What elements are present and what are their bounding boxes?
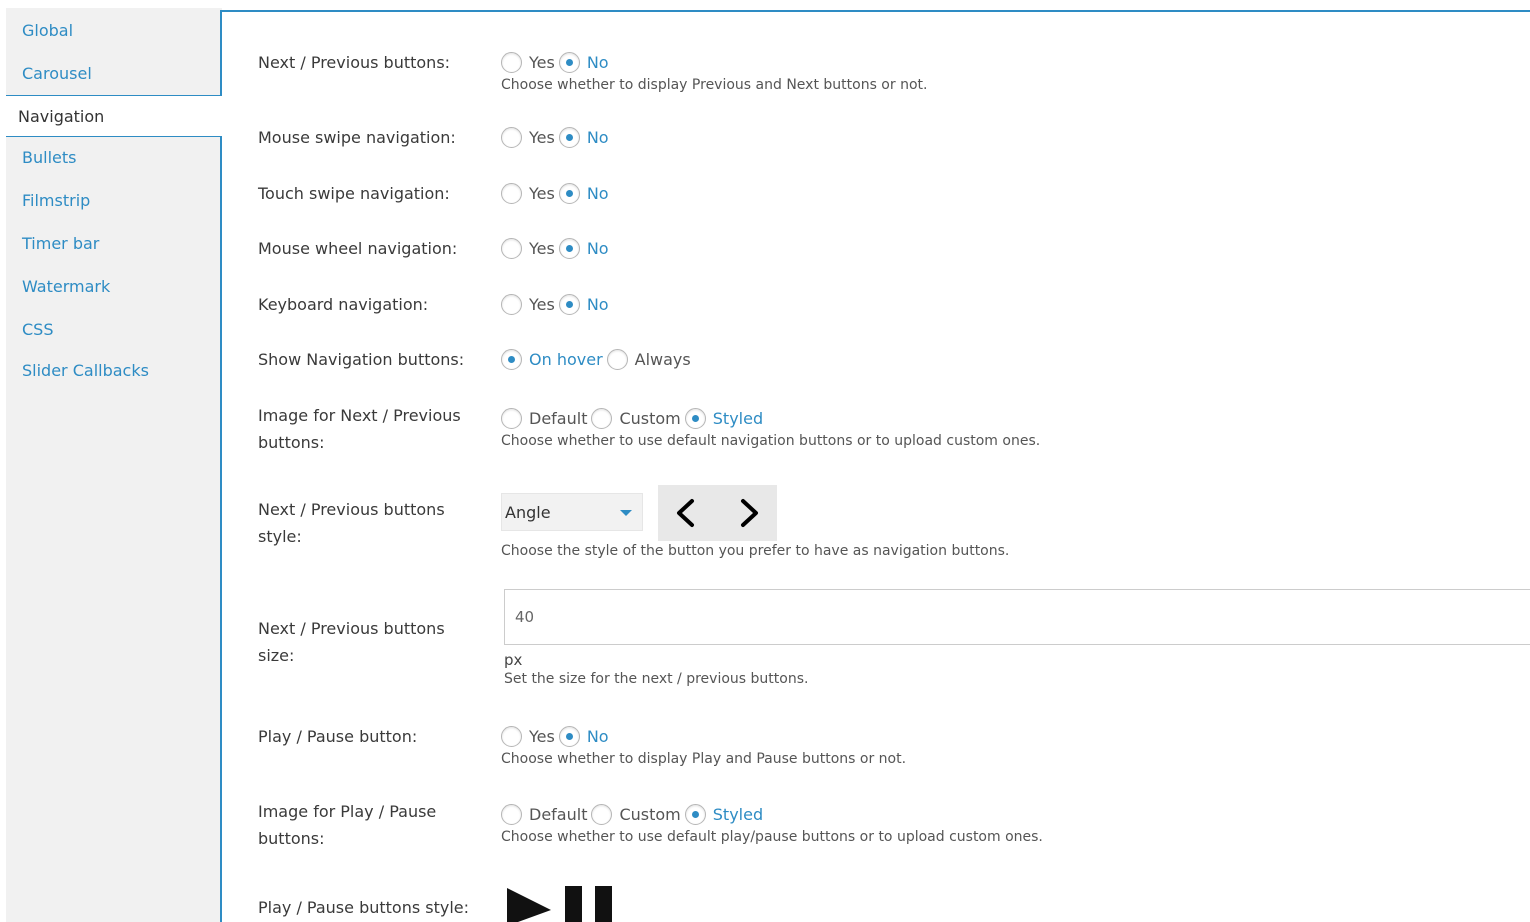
radio-styled[interactable]: Styled — [684, 407, 763, 429]
radio-no[interactable]: No — [558, 725, 609, 747]
radio-circle[interactable] — [606, 348, 628, 370]
sidebar-item-css[interactable]: CSS — [6, 309, 220, 351]
sidebar-item-global[interactable]: Global — [6, 10, 220, 52]
settings-sidebar: Global Carousel Navigation Bullets Films… — [6, 8, 222, 922]
radio-group: Yes No — [501, 49, 927, 75]
nav-style-preview — [658, 485, 777, 541]
radio-group: Yes No — [501, 291, 613, 317]
radio-circle-checked[interactable] — [558, 237, 580, 259]
radio-group: Default Custom Styled — [501, 405, 1040, 431]
radio-circle[interactable] — [501, 803, 522, 825]
radio-styled[interactable]: Styled — [684, 803, 763, 825]
pause-icon — [595, 886, 612, 922]
radio-group: Yes No — [501, 235, 613, 261]
radio-no[interactable]: No — [558, 126, 609, 148]
setting-label: Play / Pause button: — [258, 727, 418, 746]
radio-circle-checked[interactable] — [558, 126, 580, 148]
radio-group: Yes No — [501, 180, 613, 206]
radio-no[interactable]: No — [558, 182, 609, 204]
radio-custom[interactable]: Custom — [591, 803, 681, 825]
sidebar-item-slider-callbacks[interactable]: Slider Callbacks — [6, 350, 220, 392]
help-text: Set the size for the next / previous but… — [504, 671, 809, 687]
help-text: Choose whether to use default navigation… — [501, 433, 1041, 449]
play-pause-style-preview — [501, 880, 619, 922]
setting-label: Show Navigation buttons: — [258, 350, 465, 369]
setting-label: Touch swipe navigation: — [258, 184, 450, 203]
setting-label: Image for Play / Pause buttons: — [258, 802, 437, 848]
setting-label: Play / Pause buttons style: — [258, 898, 470, 917]
help-text: Choose whether to display Previous and N… — [501, 77, 928, 93]
radio-circle-checked[interactable] — [558, 725, 580, 747]
setting-label: Next / Previous buttons style: — [258, 500, 445, 546]
pause-icon — [565, 886, 582, 922]
setting-label: Image for Next / Previous buttons: — [258, 406, 461, 452]
radio-no[interactable]: No — [558, 237, 609, 259]
radio-circle-checked[interactable] — [501, 348, 522, 370]
setting-label: Keyboard navigation: — [258, 295, 429, 314]
radio-circle[interactable] — [591, 803, 613, 825]
navigation-settings-panel: Next / Previous buttons: Yes No Choose w… — [220, 10, 1530, 922]
setting-label: Mouse wheel navigation: — [258, 239, 458, 258]
radio-yes[interactable]: Yes — [501, 293, 555, 315]
chevron-left-icon — [677, 499, 694, 527]
radio-group: On hover Always — [501, 346, 695, 372]
radio-group: Yes No — [501, 124, 613, 150]
chevron-right-icon — [741, 499, 758, 527]
nav-size-input[interactable] — [504, 589, 1530, 645]
radio-no[interactable]: No — [558, 293, 609, 315]
radio-circle-checked[interactable] — [558, 293, 580, 315]
sidebar-item-carousel[interactable]: Carousel — [6, 53, 220, 95]
sidebar-item-filmstrip[interactable]: Filmstrip — [6, 180, 220, 222]
help-text: Choose the style of the button you prefe… — [501, 543, 1010, 559]
radio-circle[interactable] — [501, 182, 522, 204]
setting-label: Next / Previous buttons: — [258, 53, 451, 72]
setting-label: Mouse swipe navigation: — [258, 128, 456, 147]
radio-default[interactable]: Default — [501, 407, 587, 429]
radio-no[interactable]: No — [558, 51, 609, 73]
size-unit-label: px — [504, 651, 523, 669]
play-icon — [507, 888, 551, 922]
sidebar-item-navigation[interactable]: Navigation — [6, 95, 222, 137]
radio-on-hover[interactable]: On hover — [501, 348, 603, 370]
radio-circle[interactable] — [501, 51, 522, 73]
radio-yes[interactable]: Yes — [501, 237, 555, 259]
radio-circle[interactable] — [501, 126, 522, 148]
radio-always[interactable]: Always — [606, 348, 691, 370]
radio-default[interactable]: Default — [501, 803, 587, 825]
radio-group: Yes No — [501, 723, 906, 749]
radio-circle-checked[interactable] — [558, 51, 580, 73]
setting-label: Next / Previous buttons size: — [258, 619, 445, 665]
radio-circle-checked[interactable] — [684, 803, 706, 825]
radio-circle[interactable] — [501, 725, 522, 747]
nav-style-select[interactable]: Angle — [501, 493, 643, 531]
radio-circle-checked[interactable] — [684, 407, 706, 429]
radio-circle[interactable] — [501, 407, 522, 429]
radio-circle[interactable] — [591, 407, 613, 429]
radio-yes[interactable]: Yes — [501, 51, 555, 73]
help-text: Choose whether to display Play and Pause… — [501, 751, 907, 767]
dropdown-caret-icon — [620, 510, 632, 516]
radio-yes[interactable]: Yes — [501, 182, 555, 204]
sidebar-item-bullets[interactable]: Bullets — [6, 137, 220, 179]
radio-yes[interactable]: Yes — [501, 725, 555, 747]
radio-circle[interactable] — [501, 237, 522, 259]
sidebar-item-watermark[interactable]: Watermark — [6, 266, 220, 308]
help-text: Choose whether to use default play/pause… — [501, 829, 1043, 845]
nav-style-selected-value: Angle — [505, 503, 551, 522]
radio-circle-checked[interactable] — [558, 182, 580, 204]
sidebar-item-timer-bar[interactable]: Timer bar — [6, 223, 220, 265]
radio-yes[interactable]: Yes — [501, 126, 555, 148]
radio-custom[interactable]: Custom — [591, 407, 681, 429]
radio-group: Default Custom Styled — [501, 801, 1043, 827]
radio-circle[interactable] — [501, 293, 522, 315]
